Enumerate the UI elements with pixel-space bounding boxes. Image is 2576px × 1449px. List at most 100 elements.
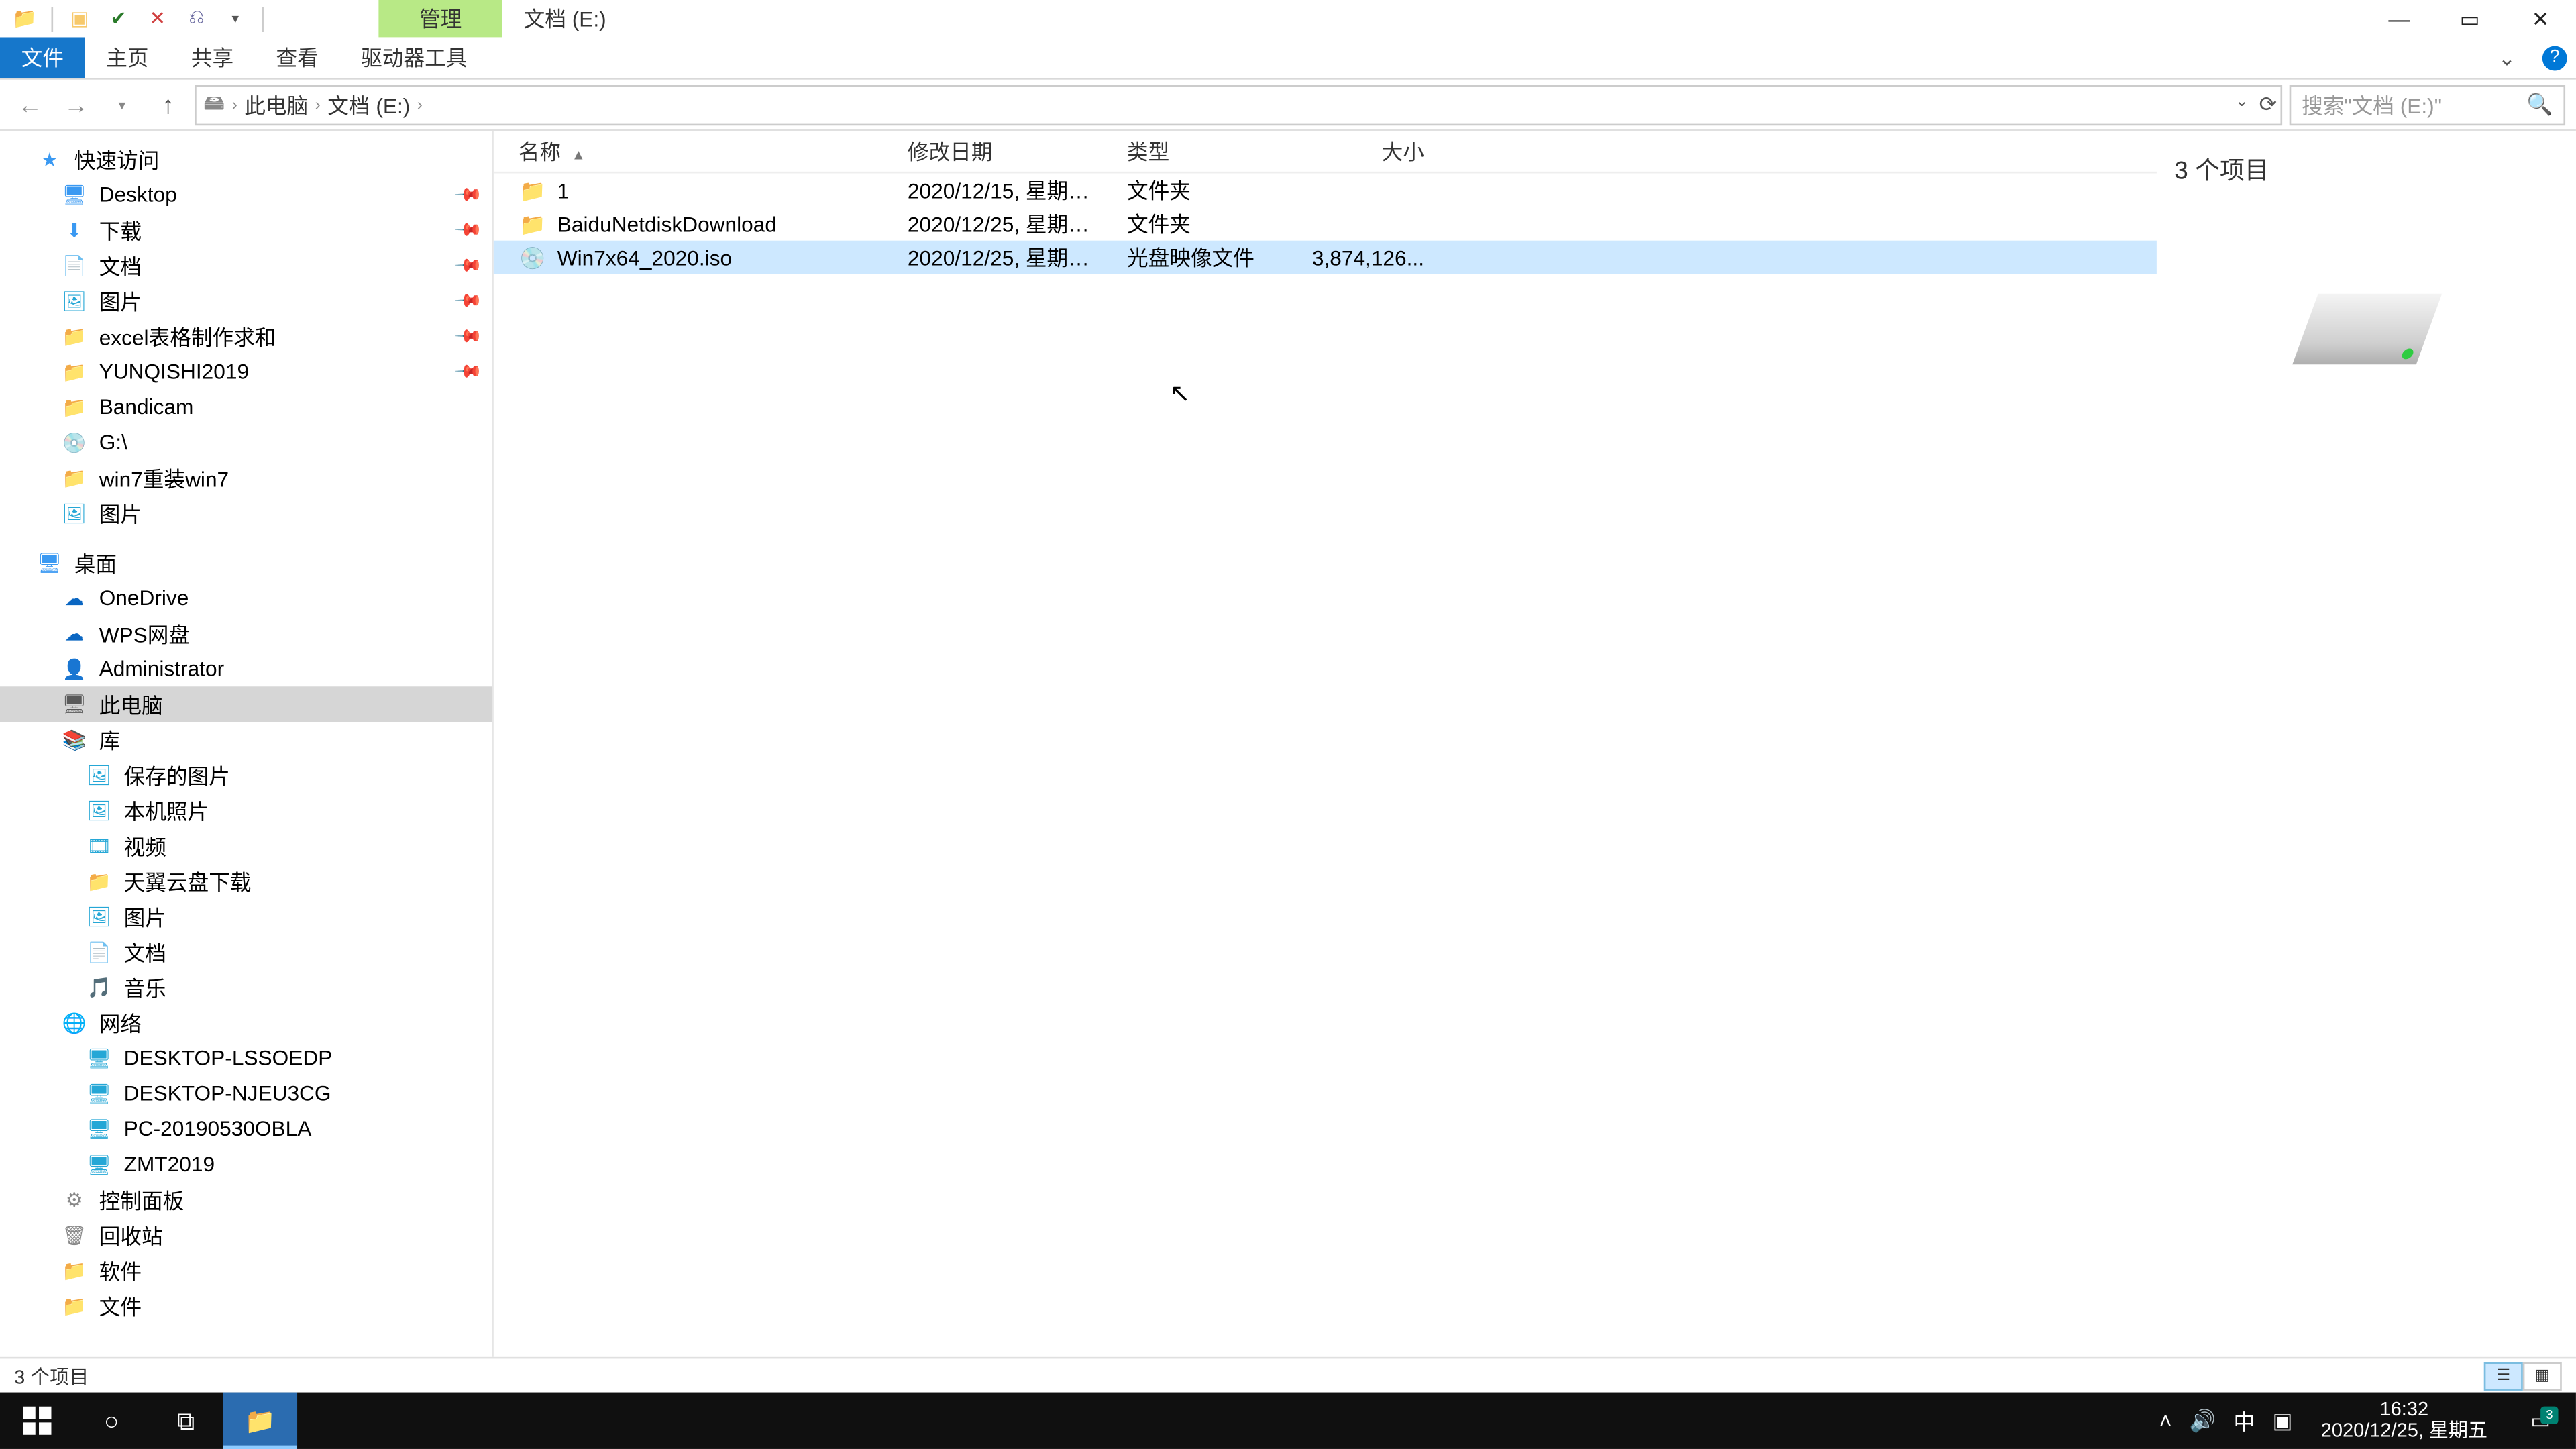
- tab-home[interactable]: 主页: [85, 37, 170, 78]
- tree-item-icon: 🖼: [60, 499, 89, 527]
- tree-item[interactable]: ☁OneDrive: [0, 580, 492, 616]
- tree-item[interactable]: 🖥PC-20190530OBLA: [0, 1111, 492, 1146]
- tree-item[interactable]: 🖥ZMT2019: [0, 1146, 492, 1182]
- chevron-right-icon[interactable]: ›: [315, 95, 321, 113]
- action-center-button[interactable]: ▭ 3: [2516, 1408, 2565, 1433]
- refresh-icon[interactable]: ⟳: [2259, 92, 2277, 117]
- history-dropdown-icon[interactable]: ⌄: [2235, 92, 2249, 117]
- tree-item[interactable]: 🖼图片📌: [0, 283, 492, 319]
- taskbar-file-explorer[interactable]: 📁: [223, 1393, 297, 1449]
- tray-security-icon[interactable]: ▣: [2273, 1408, 2293, 1433]
- nav-forward-button[interactable]: →: [56, 85, 95, 124]
- tree-item[interactable]: 📁文件: [0, 1288, 492, 1324]
- file-row[interactable]: 📁12020/12/15, 星期二 1...文件夹: [494, 173, 2157, 207]
- tree-item-label: 文档: [99, 250, 142, 280]
- file-row[interactable]: 💿Win7x64_2020.iso2020/12/25, 星期五 1...光盘映…: [494, 241, 2157, 274]
- task-view-button[interactable]: ⧉: [149, 1393, 223, 1449]
- crumb-root[interactable]: 此电脑: [244, 89, 308, 119]
- maximize-button[interactable]: ▭: [2434, 0, 2505, 37]
- file-name: BaiduNetdiskDownload: [557, 211, 777, 236]
- tree-item[interactable]: ☁WPS网盘: [0, 616, 492, 651]
- help-button[interactable]: ?: [2534, 37, 2576, 78]
- tree-item[interactable]: 📚库: [0, 722, 492, 757]
- tree-item[interactable]: ⚙控制面板: [0, 1182, 492, 1218]
- column-headers[interactable]: 名称▲ 修改日期 类型 大小: [494, 131, 2157, 173]
- close-button[interactable]: ✕: [2505, 0, 2575, 37]
- file-size: 3,874,126...: [1279, 245, 1438, 270]
- tab-view[interactable]: 查看: [255, 37, 340, 78]
- search-button[interactable]: ○: [74, 1393, 149, 1449]
- minimize-button[interactable]: —: [2363, 0, 2434, 37]
- tab-file[interactable]: 文件: [0, 37, 85, 78]
- breadcrumb-bar[interactable]: 🖴 › 此电脑 › 文档 (E:) › ⌄ ⟳: [195, 84, 2282, 125]
- tree-item[interactable]: 👤Administrator: [0, 651, 492, 687]
- clock-date: 2020/12/25, 星期五: [2321, 1421, 2487, 1442]
- tree-item[interactable]: 📁excel表格制作求和📌: [0, 319, 492, 354]
- qat-btn-check[interactable]: ✔: [101, 1, 136, 36]
- tree-item[interactable]: 🖥DESKTOP-LSSOEDP: [0, 1040, 492, 1076]
- col-size[interactable]: 大小: [1279, 136, 1438, 166]
- tree-item-label: 图片: [99, 498, 142, 528]
- tab-share[interactable]: 共享: [170, 37, 255, 78]
- tree-item[interactable]: 🖥此电脑: [0, 686, 492, 722]
- taskbar[interactable]: ○ ⧉ 📁 ˄ 🔊 中 ▣ 16:32 2020/12/25, 星期五 ▭ 3: [0, 1393, 2576, 1449]
- tree-item[interactable]: 📁win7重装win7: [0, 460, 492, 496]
- qat-btn-delete[interactable]: ✕: [140, 1, 175, 36]
- tree-item[interactable]: 💿G:\: [0, 425, 492, 460]
- chevron-right-icon[interactable]: ›: [417, 95, 423, 113]
- app-icon[interactable]: 📁: [7, 1, 43, 36]
- context-tab-manage[interactable]: 管理: [378, 0, 502, 37]
- crumb-leaf[interactable]: 文档 (E:): [327, 89, 410, 119]
- tree-item[interactable]: 📄文档📌: [0, 248, 492, 283]
- nav-up-button[interactable]: ↑: [149, 85, 188, 124]
- file-row[interactable]: 📁BaiduNetdiskDownload2020/12/25, 星期五 1..…: [494, 207, 2157, 241]
- qat-btn-properties[interactable]: ▣: [62, 1, 97, 36]
- view-icons-button[interactable]: ▦: [2523, 1361, 2562, 1389]
- tree-item[interactable]: 📄文档: [0, 934, 492, 969]
- tab-drive-tools[interactable]: 驱动器工具: [340, 37, 489, 78]
- tree-item[interactable]: 🗑回收站: [0, 1217, 492, 1252]
- file-list[interactable]: 名称▲ 修改日期 类型 大小 📁12020/12/15, 星期二 1...文件夹…: [494, 131, 2157, 1357]
- search-icon[interactable]: 🔍: [2526, 92, 2553, 117]
- tree-item[interactable]: 🖥Desktop📌: [0, 177, 492, 213]
- tree-item[interactable]: 🖼本机照片: [0, 793, 492, 828]
- tray-clock[interactable]: 16:32 2020/12/25, 星期五: [2310, 1399, 2498, 1442]
- tree-item[interactable]: 🖼图片: [0, 899, 492, 934]
- qat-dropdown[interactable]: ▾: [217, 1, 253, 36]
- tree-item[interactable]: 🌐网络: [0, 1005, 492, 1040]
- tree-item[interactable]: ⬇下载📌: [0, 212, 492, 248]
- tree-item[interactable]: 🎞视频: [0, 828, 492, 863]
- ribbon-expand-button[interactable]: ⌄: [2480, 37, 2533, 78]
- tree-item-icon: 🖥: [85, 1044, 113, 1072]
- tray-ime-indicator[interactable]: 中: [2234, 1405, 2255, 1436]
- ribbon-context-tabs: 管理 文档 (E:): [378, 0, 627, 37]
- nav-tree[interactable]: ★快速访问🖥Desktop📌⬇下载📌📄文档📌🖼图片📌📁excel表格制作求和📌📁…: [0, 131, 494, 1357]
- col-name[interactable]: 名称▲: [494, 136, 883, 166]
- tree-item[interactable]: 🖥DESKTOP-NJEU3CG: [0, 1075, 492, 1111]
- start-button[interactable]: [0, 1393, 74, 1449]
- nav-back-button[interactable]: ←: [11, 85, 50, 124]
- tree-item[interactable]: ★快速访问: [0, 142, 492, 177]
- tree-item[interactable]: 📁软件: [0, 1252, 492, 1288]
- nav-history-dropdown[interactable]: ▾: [103, 85, 142, 124]
- search-box[interactable]: 搜索"文档 (E:)" 🔍: [2290, 84, 2565, 125]
- tree-item[interactable]: 📁Bandicam: [0, 389, 492, 425]
- tree-item[interactable]: 🖥桌面: [0, 545, 492, 580]
- tree-item[interactable]: 🎵音乐: [0, 969, 492, 1005]
- tree-item[interactable]: 🖼 图片: [0, 495, 492, 531]
- col-type[interactable]: 类型: [1102, 136, 1279, 166]
- tree-item[interactable]: 📁天翼云盘下载: [0, 863, 492, 899]
- tree-item-icon: 🖥: [85, 1114, 113, 1142]
- tray-volume-icon[interactable]: 🔊: [2190, 1408, 2216, 1433]
- tree-item-icon: 🖼: [85, 796, 113, 824]
- col-date[interactable]: 修改日期: [883, 136, 1102, 166]
- tree-item-label: 文件: [99, 1291, 142, 1321]
- view-details-button[interactable]: ☰: [2484, 1361, 2523, 1389]
- tree-item-icon: 📁: [60, 322, 89, 350]
- chevron-right-icon[interactable]: ›: [232, 95, 237, 113]
- tree-item-icon: 📁: [60, 358, 89, 386]
- qat-btn-undo[interactable]: ⎌: [178, 1, 214, 36]
- tree-item[interactable]: 🖼保存的图片: [0, 757, 492, 793]
- tree-item[interactable]: 📁YUNQISHI2019📌: [0, 354, 492, 389]
- tray-overflow-icon[interactable]: ˄: [2159, 1408, 2172, 1433]
